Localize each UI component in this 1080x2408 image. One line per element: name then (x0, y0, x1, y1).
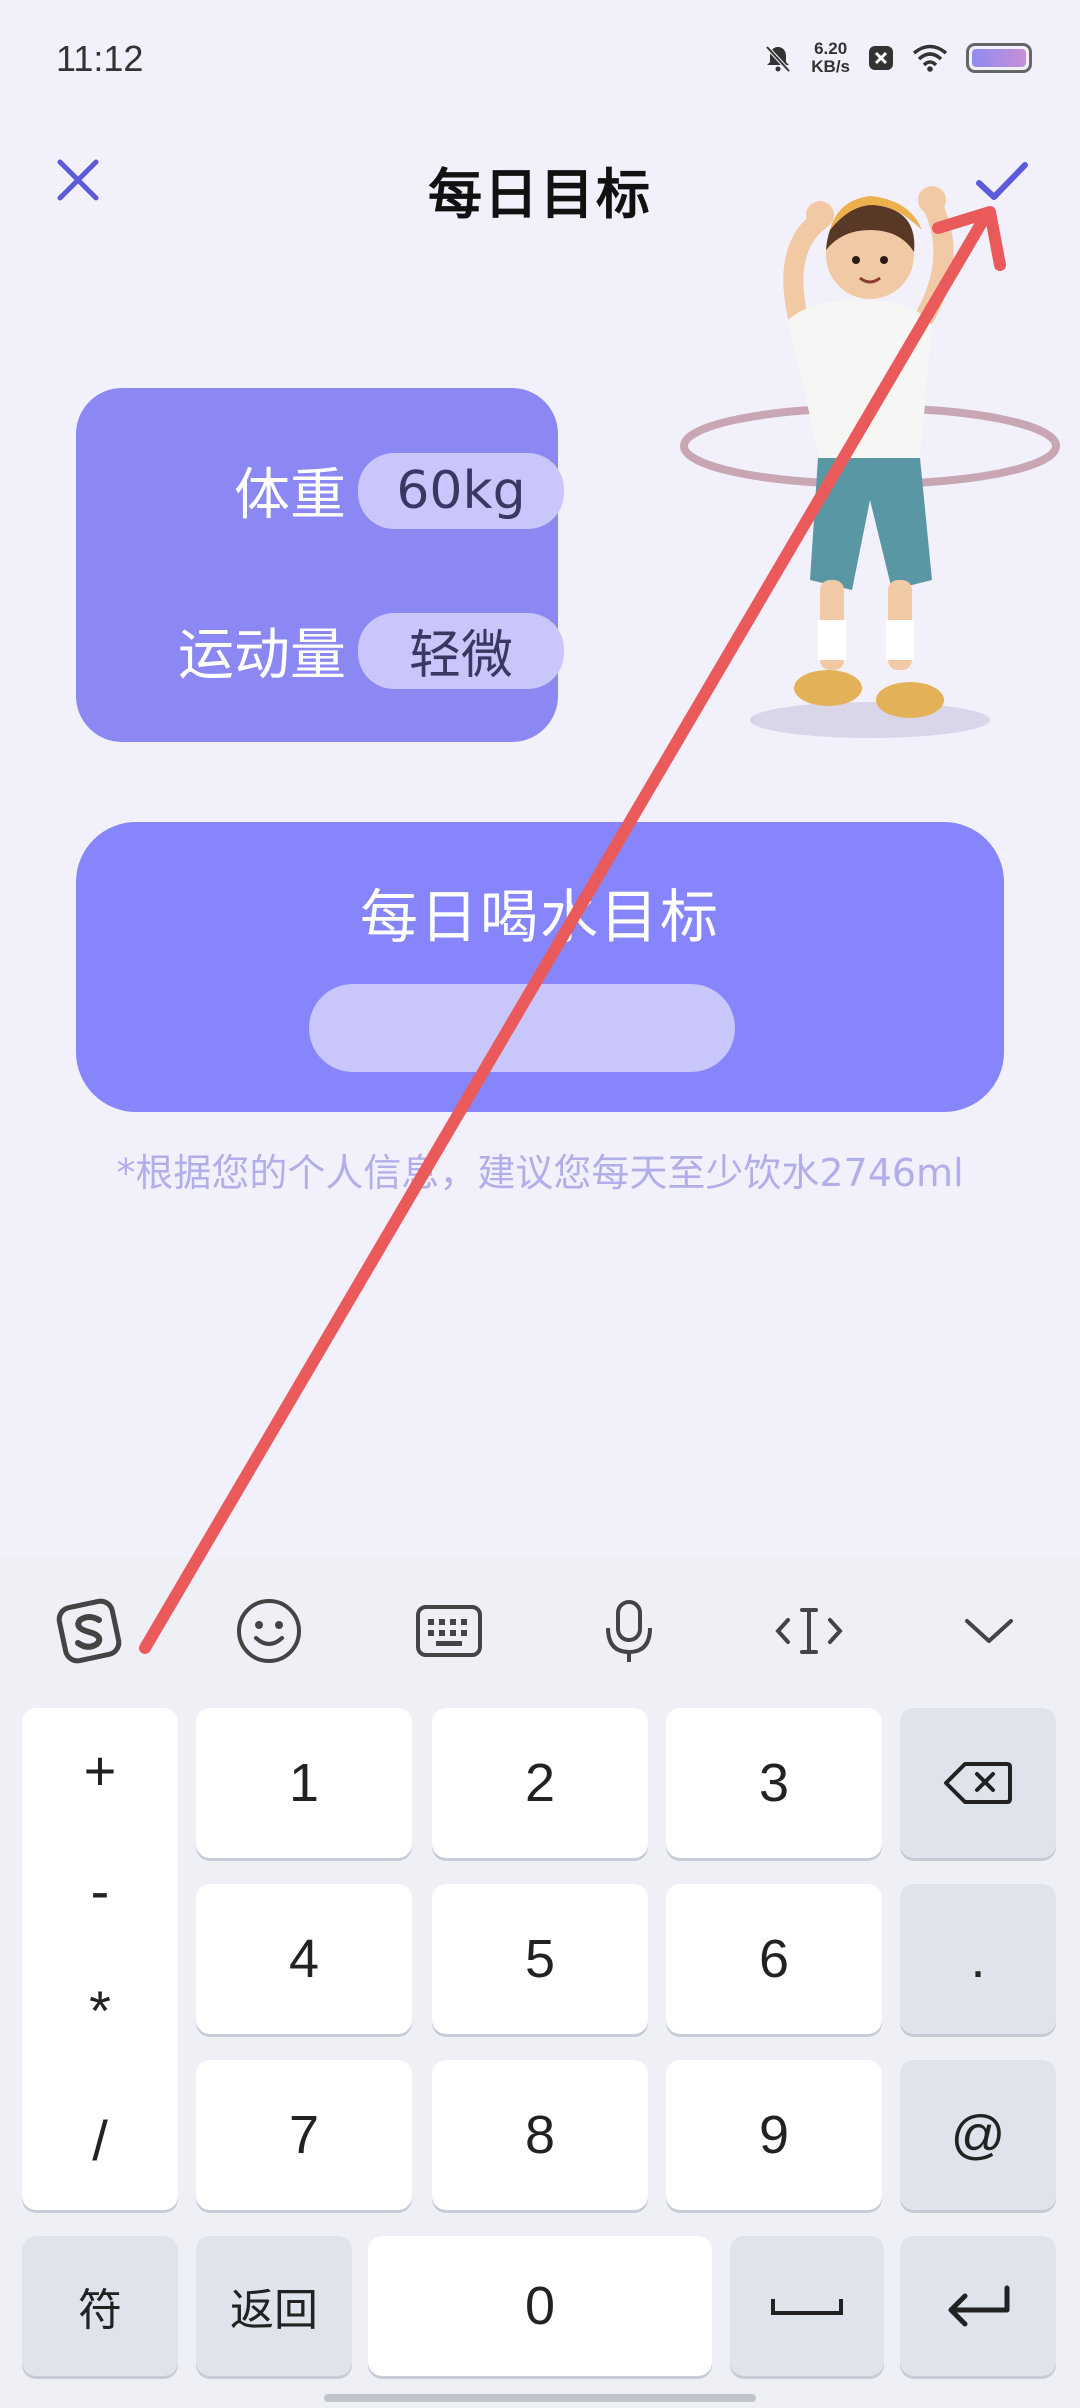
space-bar-icon (771, 2299, 843, 2315)
digit-2-key[interactable]: 2 (432, 1708, 648, 1858)
confirm-button[interactable] (970, 150, 1034, 214)
keyboard-toolbar (0, 1556, 1080, 1696)
net-speed-unit: KB/s (811, 57, 850, 76)
digit-3-key[interactable]: 3 (666, 1708, 882, 1858)
battery-icon (966, 43, 1032, 73)
enter-key[interactable] (900, 2236, 1056, 2376)
collapse-keyboard-button[interactable] (944, 1586, 1034, 1676)
dot-key[interactable]: . (900, 1884, 1056, 2034)
keyboard-icon (416, 1605, 482, 1657)
enter-arrow-icon (948, 2285, 1010, 2327)
digit-7-key[interactable]: 7 (196, 2060, 412, 2210)
digit-5-key[interactable]: 5 (432, 1884, 648, 2034)
emoji-icon (237, 1599, 301, 1663)
weight-row: 体重 60kg (106, 450, 564, 531)
water-goal-title: 每日喝水目标 (359, 883, 720, 951)
net-speed-value: 6.20 (814, 39, 848, 58)
keyboard-switch-button[interactable] (404, 1586, 494, 1676)
digit-1-key[interactable]: 1 (196, 1708, 412, 1858)
water-goal-input[interactable] (309, 984, 735, 1072)
status-time: 11:12 (56, 38, 144, 79)
digit-0-key[interactable]: 0 (368, 2236, 712, 2376)
activity-label: 运动量 (178, 623, 346, 688)
multiply-key[interactable]: * (22, 1978, 178, 2043)
activity-row: 运动量 轻微 (106, 610, 564, 691)
weight-label: 体重 (234, 463, 346, 528)
symbol-key[interactable]: 符 (22, 2236, 178, 2376)
mute-bell-icon (765, 45, 791, 73)
sogou-logo-icon (56, 1598, 122, 1664)
wifi-icon (912, 44, 948, 72)
voice-input-button[interactable] (584, 1586, 674, 1676)
weight-value-pill[interactable]: 60kg (358, 452, 564, 529)
backspace-key[interactable] (900, 1708, 1056, 1858)
backspace-icon (944, 1762, 1012, 1804)
status-icons: 6.20 KB/s (763, 40, 1032, 76)
numeric-keyboard: + - * / 1 2 3 4 5 6 . 7 8 9 @ 符 返回 0 (0, 1556, 1080, 2408)
emoji-button[interactable] (224, 1586, 314, 1676)
notification-x-icon (869, 46, 893, 70)
digit-8-key[interactable]: 8 (432, 2060, 648, 2210)
checkmark-icon (976, 162, 1028, 200)
home-indicator[interactable] (324, 2394, 756, 2402)
collapse-chevron-icon (965, 1619, 1013, 1643)
space-key[interactable] (730, 2236, 884, 2376)
operator-column: + - * / (22, 1708, 178, 2210)
divide-key[interactable]: / (22, 2108, 178, 2173)
back-key[interactable]: 返回 (196, 2236, 352, 2376)
net-speed: 6.20 KB/s (811, 40, 850, 76)
personal-info-card: 体重 60kg 运动量 轻微 (76, 388, 564, 742)
cursor-icon (775, 1608, 843, 1654)
at-key[interactable]: @ (900, 2060, 1056, 2210)
minus-key[interactable]: - (22, 1858, 178, 1923)
hula-hoop-boy-illustration (680, 186, 1060, 738)
digit-6-key[interactable]: 6 (666, 1884, 882, 2034)
cursor-control-button[interactable] (764, 1586, 854, 1676)
microphone-icon (606, 1600, 652, 1662)
sogou-logo-button[interactable] (44, 1586, 134, 1676)
plus-key[interactable]: + (22, 1738, 178, 1803)
water-suggestion-hint: *根据您的个人信息，建议您每天至少饮水2746ml (116, 1151, 964, 1195)
digit-9-key[interactable]: 9 (666, 2060, 882, 2210)
digit-4-key[interactable]: 4 (196, 1884, 412, 2034)
activity-value-pill[interactable]: 轻微 (358, 612, 564, 689)
daily-water-goal-card: 每日喝水目标 (76, 822, 1004, 1112)
